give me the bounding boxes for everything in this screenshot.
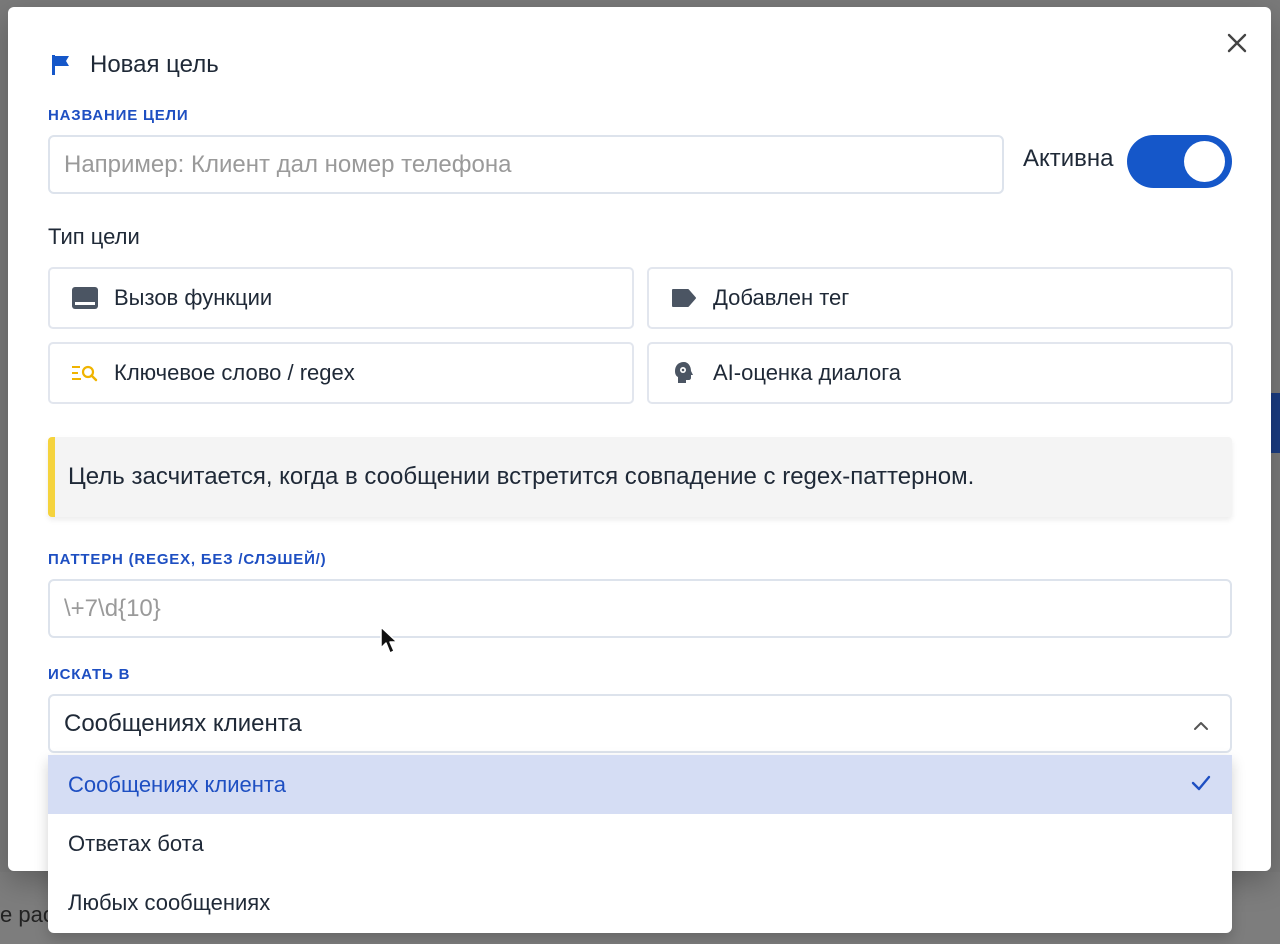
goal-name-label: НАЗВАНИЕ ЦЕЛИ	[48, 107, 189, 124]
goal-type-label-function: Вызов функции	[114, 285, 273, 310]
goal-info-callout: Цель засчитается, когда в сообщении встр…	[48, 437, 1232, 517]
pattern-placeholder: \+7\d{10}	[64, 594, 161, 622]
info-text: Цель засчитается, когда в сообщении встр…	[68, 463, 975, 490]
dropdown-option-bot-replies[interactable]: Ответах бота	[48, 814, 1232, 873]
modal-title: Новая цель	[90, 51, 219, 78]
goal-type-tag-added[interactable]: Добавлен тег	[647, 267, 1233, 329]
goal-type-ai-evaluation[interactable]: AI-оценка диалога	[647, 342, 1233, 404]
search-in-dropdown: Сообщениях клиента Ответах бота Любых со…	[48, 755, 1232, 933]
keyword-search-icon	[70, 358, 100, 388]
new-goal-modal: Новая цель НАЗВАНИЕ ЦЕЛИ Например: Клиен…	[8, 7, 1271, 871]
toggle-knob	[1184, 141, 1225, 182]
close-button[interactable]	[1225, 31, 1249, 55]
active-toggle-label: Активна	[1023, 145, 1114, 172]
pattern-label: ПАТТЕРН (REGEX, БЕЗ /СЛЭШЕЙ/)	[48, 551, 327, 568]
search-in-label: ИСКАТЬ В	[48, 666, 131, 683]
active-toggle[interactable]	[1127, 135, 1232, 188]
check-icon	[1190, 773, 1212, 799]
dropdown-option-client-messages[interactable]: Сообщениях клиента	[48, 755, 1232, 814]
search-in-value: Сообщениях клиента	[64, 709, 302, 737]
function-icon	[70, 283, 100, 313]
option-label: Сообщениях клиента	[68, 771, 286, 797]
modal-header: Новая цель	[48, 51, 219, 79]
search-in-select[interactable]: Сообщениях клиента	[48, 694, 1232, 753]
goal-name-input[interactable]: Например: Клиент дал номер телефона	[48, 135, 1004, 194]
mouse-cursor-icon	[380, 626, 400, 661]
goal-name-placeholder: Например: Клиент дал номер телефона	[64, 150, 512, 178]
goal-type-label-ai: AI-оценка диалога	[713, 360, 901, 385]
goal-type-function-call[interactable]: Вызов функции	[48, 267, 634, 329]
chevron-up-icon	[1192, 714, 1210, 742]
goal-type-label: Тип цели	[48, 224, 140, 249]
dropdown-option-any-messages[interactable]: Любых сообщениях	[48, 873, 1232, 932]
close-icon	[1227, 33, 1247, 53]
goal-type-keyword-regex[interactable]: Ключевое слово / regex	[48, 342, 634, 404]
option-label: Ответах бота	[68, 830, 204, 856]
tag-icon	[669, 283, 699, 313]
ai-head-icon	[669, 358, 699, 388]
pattern-input[interactable]: \+7\d{10}	[48, 579, 1232, 638]
flag-icon	[48, 52, 74, 78]
option-label: Любых сообщениях	[68, 889, 271, 915]
goal-type-label-keyword: Ключевое слово / regex	[114, 360, 355, 385]
goal-type-label-tag: Добавлен тег	[713, 285, 850, 310]
